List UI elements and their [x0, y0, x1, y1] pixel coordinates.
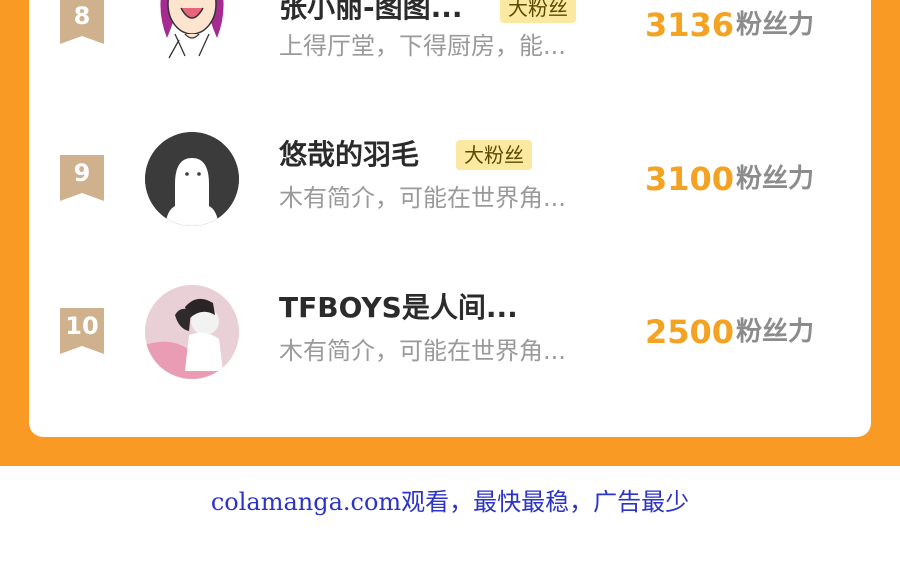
rank-badge: 8	[60, 0, 104, 44]
user-description: 上得厅堂，下得厨房，能...	[279, 32, 566, 60]
rank-number: 10	[65, 312, 99, 340]
user-name: TFBOYS是人间...	[279, 291, 518, 324]
fan-score-unit: 粉丝力	[736, 10, 815, 40]
rank-number: 8	[73, 2, 91, 30]
watermark-footer: colamanga.com观看，最快最稳，广告最少	[210, 488, 690, 516]
rank-number: 9	[73, 159, 91, 187]
user-description: 木有简介，可能在世界角...	[279, 184, 566, 212]
rank-badge: 10	[60, 308, 104, 354]
ranking-row[interactable]: 10 TFBOYS是人间... 木有简介，可能在世界角... 2500 粉丝力	[29, 278, 871, 379]
fan-score-unit: 粉丝力	[736, 317, 815, 347]
fan-score: 3100	[645, 160, 735, 198]
ranking-card: 8 张小丽-图图... 大粉丝 上得厅堂，下得厨房，能... 3136 粉丝力	[29, 0, 871, 437]
cartoon-woman-avatar[interactable]	[145, 0, 239, 62]
ranking-row[interactable]: 9 悠哉的羽毛 大粉丝 木有简介，可能在世界角... 3100 粉丝力	[29, 125, 871, 226]
ranking-row[interactable]: 8 张小丽-图图... 大粉丝 上得厅堂，下得厨房，能... 3136 粉丝力	[29, 0, 871, 70]
user-name: 悠哉的羽毛	[279, 138, 420, 171]
fan-score-unit: 粉丝力	[736, 164, 815, 194]
default-ghost-avatar[interactable]	[145, 132, 239, 226]
fan-score: 2500	[645, 313, 735, 351]
photo-girl-avatar[interactable]	[145, 285, 239, 379]
fan-level-badge: 大粉丝	[500, 0, 576, 23]
rank-badge: 9	[60, 155, 104, 201]
user-description: 木有简介，可能在世界角...	[279, 337, 566, 365]
fan-score: 3136	[645, 6, 735, 44]
fan-level-badge: 大粉丝	[456, 140, 532, 170]
user-name: 张小丽-图图...	[279, 0, 463, 24]
